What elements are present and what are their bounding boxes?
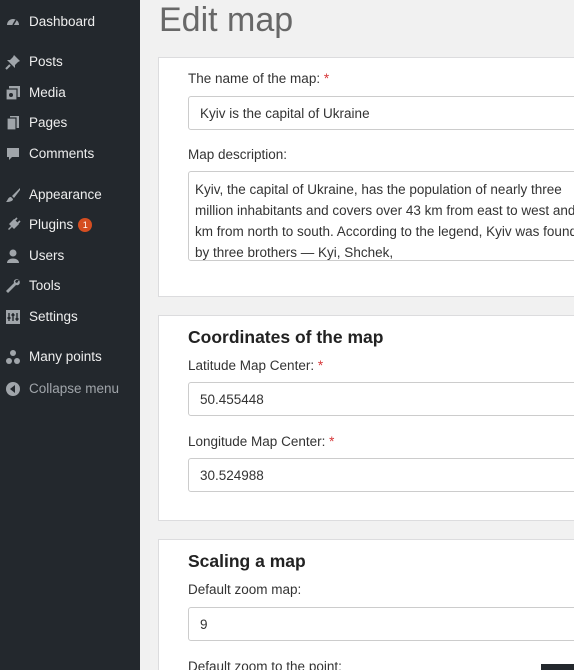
menu-label: Settings [29,309,78,324]
users-icon [5,248,21,264]
media-icon [5,85,21,101]
menu-item-collapse[interactable]: Collapse menu [0,375,140,403]
wrench-icon [5,278,21,294]
default-zoom-label: Default zoom map: [188,582,302,597]
scaling-heading: Scaling a map [188,551,306,571]
coordinates-card: Coordinates of the map Latitude Map Cent… [158,315,574,521]
menu-item-pages[interactable]: Pages [0,109,140,137]
menu-item-comments[interactable]: Comments [0,140,140,168]
default-zoom-input[interactable] [188,607,574,641]
map-description-label: Map description: [188,147,288,162]
menu-label: Appearance [29,187,102,202]
comments-icon [5,146,21,162]
menu-item-media[interactable]: Media [0,79,140,107]
map-name-label: The name of the map: * [188,71,329,86]
menu-label: Media [29,85,66,100]
longitude-input[interactable] [188,458,574,492]
map-description-textarea[interactable]: Kyiv, the capital of Ukraine, has the po… [188,171,574,261]
paintbrush-icon [5,187,21,203]
latitude-label-text: Latitude Map Center: [188,358,315,373]
required-marker: * [317,358,324,373]
required-marker: * [329,434,335,449]
longitude-label-text: Longitude Map Center: [188,434,326,449]
main-content: Edit map The name of the map: * Map desc… [140,0,574,670]
menu-label-wrap: Plugins 1 [29,217,93,233]
page-title: Edit map [159,1,294,39]
latitude-label: Latitude Map Center: * [188,358,323,373]
dashboard-icon [5,14,21,30]
plugin-icon [5,217,21,233]
menu-label: Collapse menu [29,381,120,396]
menu-label: Users [29,248,65,263]
map-name-label-text: The name of the map: [188,71,321,86]
pages-icon [5,115,21,131]
menu-item-tools[interactable]: Tools [0,272,140,300]
menu-label: Dashboard [29,14,96,29]
longitude-label: Longitude Map Center: * [188,434,334,449]
menu-label: Plugins [29,217,74,232]
menu-item-settings[interactable]: Settings [0,303,140,331]
settings-icon [5,309,21,325]
menu-item-users[interactable]: Users [0,242,140,270]
menu-label: Posts [29,54,63,69]
required-marker: * [323,71,330,86]
points-icon [5,349,21,365]
menu-label: Many points [29,349,102,364]
scrollbar-handle[interactable] [541,664,574,670]
admin-sidebar: Dashboard Posts Media Pages Comments App… [0,0,140,670]
collapse-icon [5,381,21,397]
map-info-card: The name of the map: * Map description: … [158,57,574,297]
scaling-card: Scaling a map Default zoom map: Default … [158,539,574,670]
menu-label: Pages [29,115,68,130]
menu-item-dashboard[interactable]: Dashboard [0,8,140,36]
point-zoom-label: Default zoom to the point: [188,659,342,670]
pin-icon [5,54,21,70]
menu-label: Comments [29,146,95,161]
coordinates-heading: Coordinates of the map [188,327,384,347]
latitude-input[interactable] [188,382,574,416]
menu-item-posts[interactable]: Posts [0,48,140,76]
menu-label: Tools [29,278,61,293]
menu-item-appearance[interactable]: Appearance [0,181,140,209]
update-count-badge: 1 [78,218,93,232]
menu-item-many-points[interactable]: Many points [0,343,140,371]
map-name-input[interactable] [188,96,574,130]
menu-item-plugins[interactable]: Plugins 1 [0,211,140,239]
